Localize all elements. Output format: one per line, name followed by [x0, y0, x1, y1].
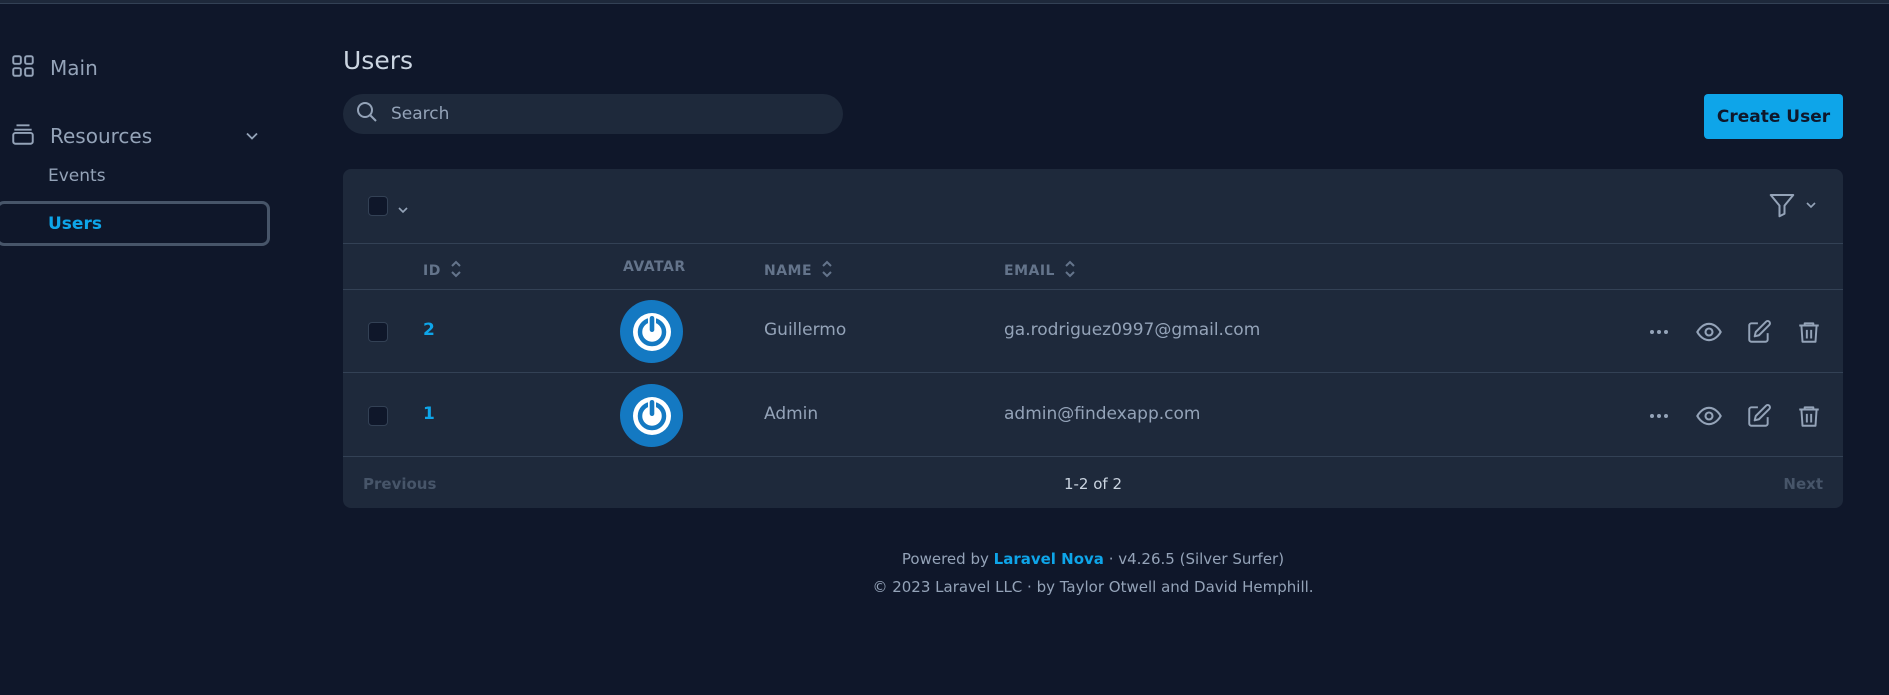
chevron-down-icon[interactable]	[395, 202, 411, 222]
sort-icon	[1063, 259, 1077, 283]
sort-icon	[449, 259, 463, 283]
row-email: ga.rodriguez0997@gmail.com	[1004, 320, 1261, 340]
column-email-label: EMAIL	[1004, 263, 1055, 279]
sidebar-item-events[interactable]: Events	[48, 166, 106, 186]
view-icon[interactable]	[1693, 400, 1725, 432]
power-icon	[632, 396, 671, 435]
footer-copyright: © 2023 Laravel LLC · by Taylor Otwell an…	[872, 578, 1314, 596]
search-icon	[355, 100, 379, 128]
table-header: ID AVATAR NAME EMAIL	[343, 244, 1843, 290]
delete-icon[interactable]	[1793, 400, 1825, 432]
footer-powered-by: Powered by Laravel Nova · v4.26.5 (Silve…	[343, 550, 1843, 568]
row-checkbox[interactable]	[368, 406, 388, 426]
column-avatar-label: AVATAR	[623, 259, 686, 275]
create-user-button[interactable]: Create User	[1704, 94, 1843, 139]
more-actions-icon[interactable]	[1643, 316, 1675, 348]
chevron-down-icon	[1803, 197, 1819, 217]
sidebar-item-users[interactable]: Users	[0, 201, 270, 246]
search-box[interactable]	[343, 94, 843, 134]
column-id-label: ID	[423, 263, 441, 279]
grid-icon	[10, 53, 36, 83]
edit-icon[interactable]	[1743, 400, 1775, 432]
column-id[interactable]: ID	[423, 259, 463, 283]
sidebar-item-main-label: Main	[50, 56, 98, 80]
row-email: admin@findexapp.com	[1004, 404, 1201, 424]
edit-icon[interactable]	[1743, 316, 1775, 348]
version-text: · v4.26.5 (Silver Surfer)	[1108, 550, 1285, 568]
sidebar-item-users-label: Users	[48, 214, 102, 234]
row-actions	[1643, 400, 1843, 432]
pagination-count: 1-2 of 2	[1063, 475, 1123, 493]
row-name: Guillermo	[764, 320, 847, 340]
column-name[interactable]: NAME	[764, 259, 834, 283]
select-all-checkbox[interactable]	[368, 196, 388, 216]
pagination: Previous 1-2 of 2 Next	[343, 458, 1843, 508]
column-name-label: NAME	[764, 263, 813, 279]
power-icon	[632, 312, 671, 351]
sort-icon	[820, 259, 834, 283]
sidebar-item-resources-label: Resources	[50, 124, 153, 148]
table-row: 1 Admin admin@findexapp.com	[343, 374, 1843, 457]
sidebar-item-resources[interactable]: Resources	[10, 118, 262, 154]
row-checkbox[interactable]	[368, 322, 388, 342]
table-row: 2 Guillermo ga.rodriguez0997@gmail.com	[343, 290, 1843, 373]
column-email[interactable]: EMAIL	[1004, 259, 1077, 283]
row-id-link[interactable]: 1	[423, 404, 435, 424]
row-name: Admin	[764, 404, 819, 424]
avatar	[620, 384, 683, 447]
top-border	[0, 0, 1889, 4]
filter-icon	[1767, 190, 1797, 224]
avatar	[620, 300, 683, 363]
table-toolbar	[343, 169, 1843, 244]
filter-button[interactable]	[1767, 191, 1819, 223]
view-icon[interactable]	[1693, 316, 1725, 348]
page-title: Users	[343, 46, 414, 75]
laravel-nova-link[interactable]: Laravel Nova	[994, 550, 1104, 568]
column-avatar: AVATAR	[623, 259, 686, 275]
delete-icon[interactable]	[1793, 316, 1825, 348]
row-id-link[interactable]: 2	[423, 320, 435, 340]
archive-icon	[10, 121, 36, 151]
sidebar-item-main[interactable]: Main	[10, 50, 98, 86]
search-input[interactable]	[391, 104, 811, 124]
powered-by-text: Powered by	[901, 550, 989, 568]
resource-table-card: ID AVATAR NAME EMAIL 2 Guillermo ga.rodr…	[343, 169, 1843, 508]
row-actions	[1643, 316, 1843, 348]
more-actions-icon[interactable]	[1643, 400, 1675, 432]
next-page-button[interactable]: Next	[1783, 475, 1823, 493]
chevron-down-icon[interactable]	[242, 126, 262, 150]
